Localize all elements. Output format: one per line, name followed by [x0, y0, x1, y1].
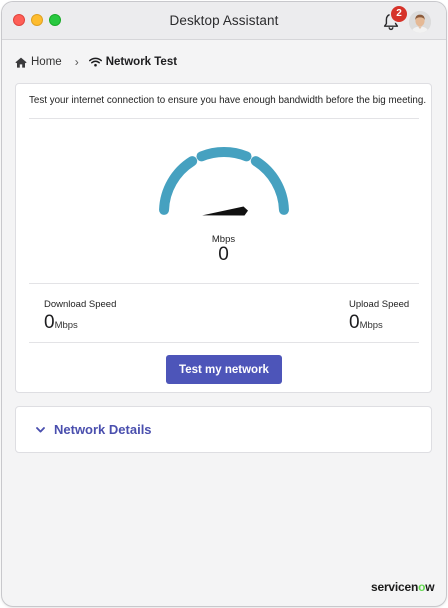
servicenow-logo: servicenow — [371, 580, 435, 594]
test-my-network-button[interactable]: Test my network — [166, 355, 282, 384]
notifications-button[interactable]: 2 — [382, 6, 407, 33]
speed-gauge — [159, 147, 289, 216]
title-bar: Desktop Assistant 2 — [2, 2, 446, 40]
upload-speed-unit: Mbps — [359, 320, 383, 331]
user-avatar[interactable] — [409, 11, 431, 33]
divider — [29, 283, 419, 284]
breadcrumb-home-link[interactable]: Home — [15, 56, 62, 68]
notification-count-badge: 2 — [391, 6, 407, 22]
chevron-down-icon — [36, 426, 45, 432]
gauge-arc-segment — [196, 147, 252, 162]
upload-speed-value: 0 — [349, 312, 360, 333]
download-speed-value: 0 — [44, 312, 55, 333]
avatar-image — [409, 11, 431, 33]
intro-text: Test your internet connection to ensure … — [29, 95, 427, 106]
breadcrumb-home-label: Home — [31, 56, 62, 68]
network-details-accordion[interactable]: Network Details — [15, 406, 432, 453]
breadcrumb-current: Network Test — [88, 56, 178, 68]
gauge-arc-segment — [250, 156, 289, 215]
breadcrumb: Home › Network Test — [15, 53, 177, 71]
network-details-title: Network Details — [54, 422, 152, 437]
upload-speed-label: Upload Speed — [349, 299, 410, 310]
divider — [29, 342, 419, 343]
upload-speed: Upload Speed 0Mbps — [349, 299, 409, 334]
wifi-icon — [88, 57, 102, 67]
breadcrumb-separator-icon: › — [74, 55, 79, 69]
gauge-needle — [202, 206, 248, 216]
gauge-value: 0 — [218, 244, 229, 265]
breadcrumb-current-label: Network Test — [105, 56, 178, 68]
download-speed-unit: Mbps — [54, 320, 78, 331]
window-title: Desktop Assistant — [169, 13, 279, 28]
home-icon — [15, 57, 27, 68]
download-speed-label: Download Speed — [44, 299, 117, 310]
network-test-card: Test your internet connection to ensure … — [15, 83, 432, 393]
download-speed: Download Speed 0Mbps — [44, 299, 116, 334]
divider — [29, 118, 419, 119]
gauge-arc-segment — [159, 156, 198, 215]
app-window: Desktop Assistant 2 Home › Network Test … — [2, 2, 446, 606]
